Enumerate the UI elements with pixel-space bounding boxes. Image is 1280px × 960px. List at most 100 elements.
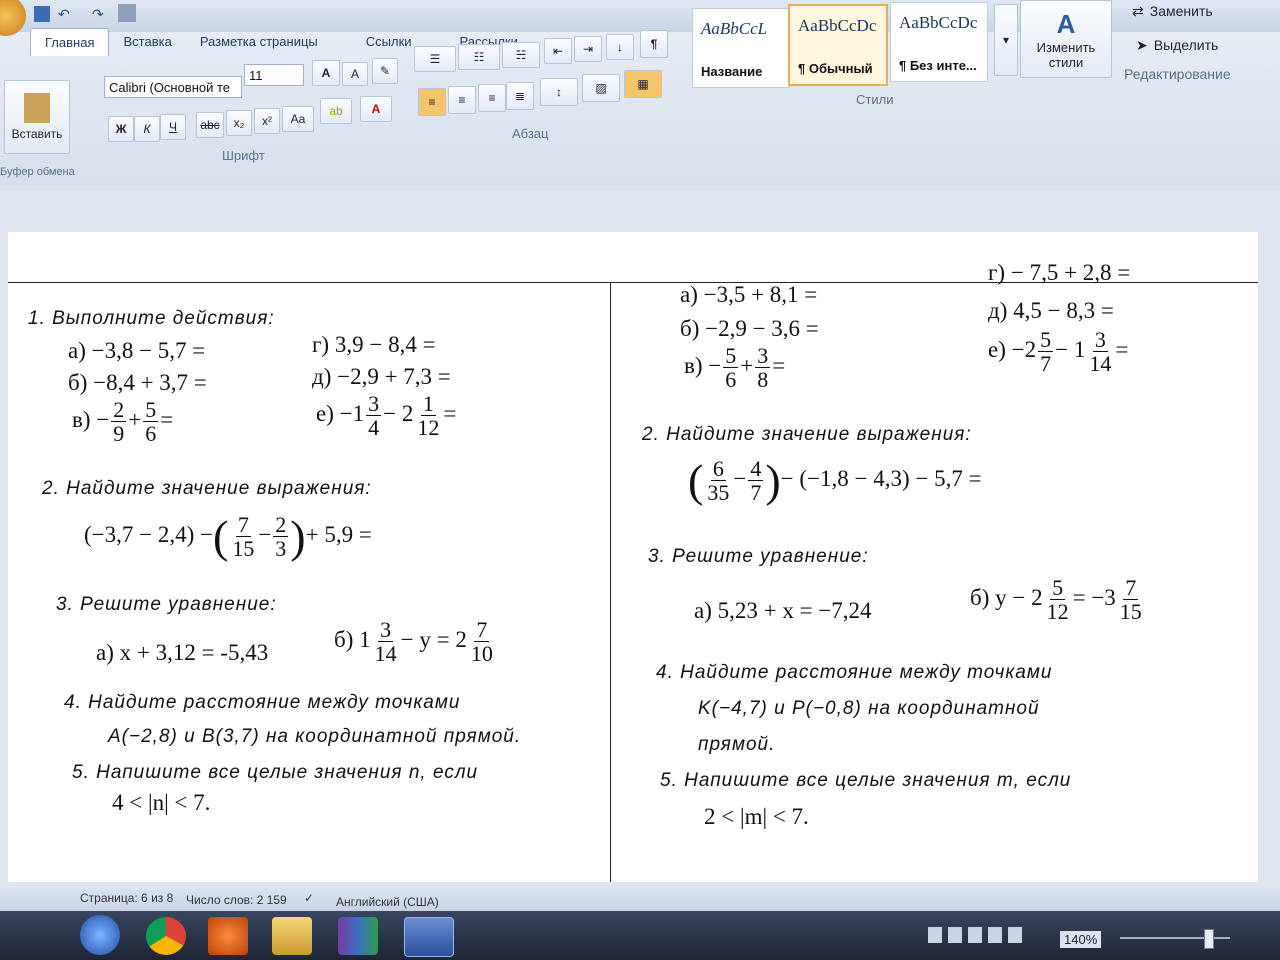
show-marks-button[interactable]: ¶ bbox=[640, 30, 668, 58]
right-task-4-points: K(−4,7) и P(−0,8) на координатной bbox=[698, 698, 1040, 719]
group-paragraph-label: Абзац bbox=[512, 126, 549, 141]
group-editing-label: Редактирование bbox=[1124, 66, 1231, 82]
save-icon[interactable] bbox=[34, 6, 50, 22]
left-1g: г) 3,9 − 8,4 = bbox=[312, 332, 436, 357]
bold-button[interactable]: Ж bbox=[108, 116, 134, 142]
table-column-divider bbox=[610, 282, 611, 882]
sort-button[interactable]: ↓ bbox=[606, 34, 634, 60]
change-styles-button[interactable]: A Изменить стили bbox=[1020, 0, 1112, 78]
ribbon: ↶ ↷ Главная Вставка Разметка страницы Сс… bbox=[0, 0, 1280, 191]
right-1a: а) −3,5 + 8,1 = bbox=[680, 282, 818, 307]
style-title[interactable]: AaBbCcL Название bbox=[692, 8, 790, 88]
zoom-level[interactable]: 140% bbox=[1060, 931, 1102, 948]
winrar-icon[interactable] bbox=[338, 917, 378, 955]
paste-button[interactable]: Вставить bbox=[4, 80, 70, 154]
cursor-icon: ➤ bbox=[1136, 36, 1148, 53]
office-button[interactable] bbox=[0, 0, 26, 36]
borders-button[interactable]: ▦ bbox=[624, 70, 662, 98]
right-3b: б) y − 2 5 12 = −3 7 15 bbox=[970, 575, 1142, 625]
print-icon[interactable] bbox=[118, 4, 136, 22]
left-task-3-title: 3. Решите уравнение: bbox=[56, 594, 277, 615]
increase-indent-button[interactable]: ⇥ bbox=[574, 36, 602, 62]
change-styles-icon: A bbox=[1056, 8, 1076, 39]
left-1a: а) −3,8 − 5,7 = bbox=[68, 338, 206, 363]
left-3a: а) x + 3,12 = -5,43 bbox=[96, 640, 269, 665]
tab-insert[interactable]: Вставка bbox=[109, 28, 185, 56]
replace-icon: ⇄ bbox=[1132, 2, 1144, 19]
right-task-5-title: 5. Напишите все целые значения m, если bbox=[660, 770, 1072, 791]
styles-more-button[interactable]: ▾ bbox=[994, 4, 1018, 76]
underline-button[interactable]: Ч bbox=[160, 114, 186, 140]
tab-home[interactable]: Главная bbox=[30, 28, 110, 56]
left-1b: б) −8,4 + 3,7 = bbox=[68, 370, 207, 395]
style-no-spacing[interactable]: AaBbCcDc ¶ Без инте... bbox=[890, 2, 988, 82]
word-taskbar-icon[interactable] bbox=[404, 917, 454, 957]
italic-button[interactable]: К bbox=[134, 116, 160, 142]
right-1b: б) −2,9 − 3,6 = bbox=[680, 316, 819, 341]
grow-font-button[interactable]: A bbox=[312, 60, 340, 86]
explorer-folder-icon[interactable] bbox=[272, 917, 312, 955]
left-1d: д) −2,9 + 7,3 = bbox=[312, 364, 451, 389]
justify-button[interactable]: ≣ bbox=[506, 82, 534, 110]
subscript-button[interactable]: x₂ bbox=[226, 110, 252, 136]
shrink-font-button[interactable]: A bbox=[342, 62, 368, 86]
redo-icon[interactable]: ↷ bbox=[92, 6, 104, 23]
right-task-2-expression: (6 35−4 7)− (−1,8 − 4,3) − 5,7 = bbox=[688, 455, 982, 506]
font-color-button[interactable]: A bbox=[360, 96, 392, 122]
style-normal[interactable]: AaBbCcDc ¶ Обычный bbox=[788, 4, 888, 86]
spellcheck-icon[interactable]: ✓ bbox=[304, 891, 314, 905]
word-count[interactable]: Число слов: 2 159 bbox=[186, 893, 287, 907]
group-styles-label: Стили bbox=[856, 92, 894, 107]
numbering-button[interactable]: ☷ bbox=[458, 44, 500, 70]
left-task-2-title: 2. Найдите значение выражения: bbox=[42, 478, 372, 499]
start-button[interactable] bbox=[80, 915, 120, 955]
superscript-button[interactable]: x² bbox=[254, 108, 280, 134]
font-name-select[interactable]: Calibri (Основной те bbox=[104, 76, 242, 98]
replace-button[interactable]: ⇄ Заменить bbox=[1126, 0, 1272, 22]
left-task-2-expression: (−3,7 − 2,4) −(7 15−2 3)+ 5,9 = bbox=[84, 511, 372, 562]
align-center-button[interactable]: ≡ bbox=[448, 86, 476, 114]
language-indicator[interactable]: Английский (США) bbox=[336, 895, 439, 909]
align-right-button[interactable]: ≡ bbox=[478, 84, 506, 112]
group-clipboard-label: Буфер обмена bbox=[0, 166, 75, 178]
change-case-button[interactable]: Aa bbox=[282, 106, 314, 132]
decrease-indent-button[interactable]: ⇤ bbox=[544, 38, 572, 64]
clear-format-button[interactable]: ✎ bbox=[372, 58, 398, 84]
undo-icon[interactable]: ↶ bbox=[58, 6, 70, 23]
line-spacing-button[interactable]: ↕ bbox=[540, 78, 578, 106]
highlight-button[interactable]: ab bbox=[320, 98, 352, 124]
left-3b: б) 1 3 14− y = 2 7 10 bbox=[334, 617, 493, 667]
right-task-4-title: 4. Найдите расстояние между точками bbox=[656, 662, 1053, 683]
tab-page-layout[interactable]: Разметка страницы bbox=[186, 28, 332, 56]
left-task-1-title: 1. Выполните действия: bbox=[28, 308, 275, 329]
group-font-label: Шрифт bbox=[222, 148, 265, 163]
ribbon-tabs: Главная Вставка Разметка страницы Ссылки… bbox=[30, 28, 532, 56]
right-1e: е) −2 5 7− 1 3 14 = bbox=[988, 327, 1129, 377]
align-left-button[interactable]: ≡ bbox=[418, 88, 446, 116]
left-task-5-condition: 4 < |n| < 7. bbox=[112, 790, 211, 815]
bullets-button[interactable]: ☰ bbox=[414, 46, 456, 72]
right-3a: а) 5,23 + x = −7,24 bbox=[694, 598, 872, 623]
multilevel-list-button[interactable]: ☵ bbox=[502, 42, 540, 68]
right-task-5-condition: 2 < |m| < 7. bbox=[704, 804, 809, 829]
paste-icon bbox=[24, 93, 50, 123]
font-size-select[interactable]: 11 bbox=[244, 64, 304, 86]
select-button[interactable]: ➤ Выделить bbox=[1130, 34, 1276, 56]
left-1v: в) −2 9 +5 6 = bbox=[72, 397, 174, 447]
document-page[interactable]: 1. Выполните действия: а) −3,8 − 5,7 = б… bbox=[8, 232, 1258, 882]
right-1d: д) 4,5 − 8,3 = bbox=[988, 298, 1114, 323]
strikethrough-button[interactable]: abc bbox=[196, 112, 224, 138]
chrome-icon[interactable] bbox=[146, 917, 186, 955]
left-task-4-points: A(−2,8) и B(3,7) на координатной прямой. bbox=[108, 726, 522, 747]
left-task-4-title: 4. Найдите расстояние между точками bbox=[64, 692, 461, 713]
document-area: 1. Выполните действия: а) −3,8 − 5,7 = б… bbox=[0, 190, 1280, 885]
left-1e: е) −1 3 4− 2 1 12 = bbox=[316, 391, 457, 441]
taskbar: 140% bbox=[0, 911, 1280, 960]
view-mode-icons[interactable] bbox=[928, 927, 1028, 943]
status-bar: Страница: 6 из 8 Число слов: 2 159 ✓ Анг… bbox=[0, 885, 1280, 911]
shading-button[interactable]: ▨ bbox=[582, 74, 620, 102]
right-task-3-title: 3. Решите уравнение: bbox=[648, 546, 869, 567]
page-count[interactable]: Страница: 6 из 8 bbox=[80, 891, 173, 905]
zoom-slider-thumb[interactable] bbox=[1204, 929, 1214, 949]
media-player-icon[interactable] bbox=[208, 917, 248, 955]
